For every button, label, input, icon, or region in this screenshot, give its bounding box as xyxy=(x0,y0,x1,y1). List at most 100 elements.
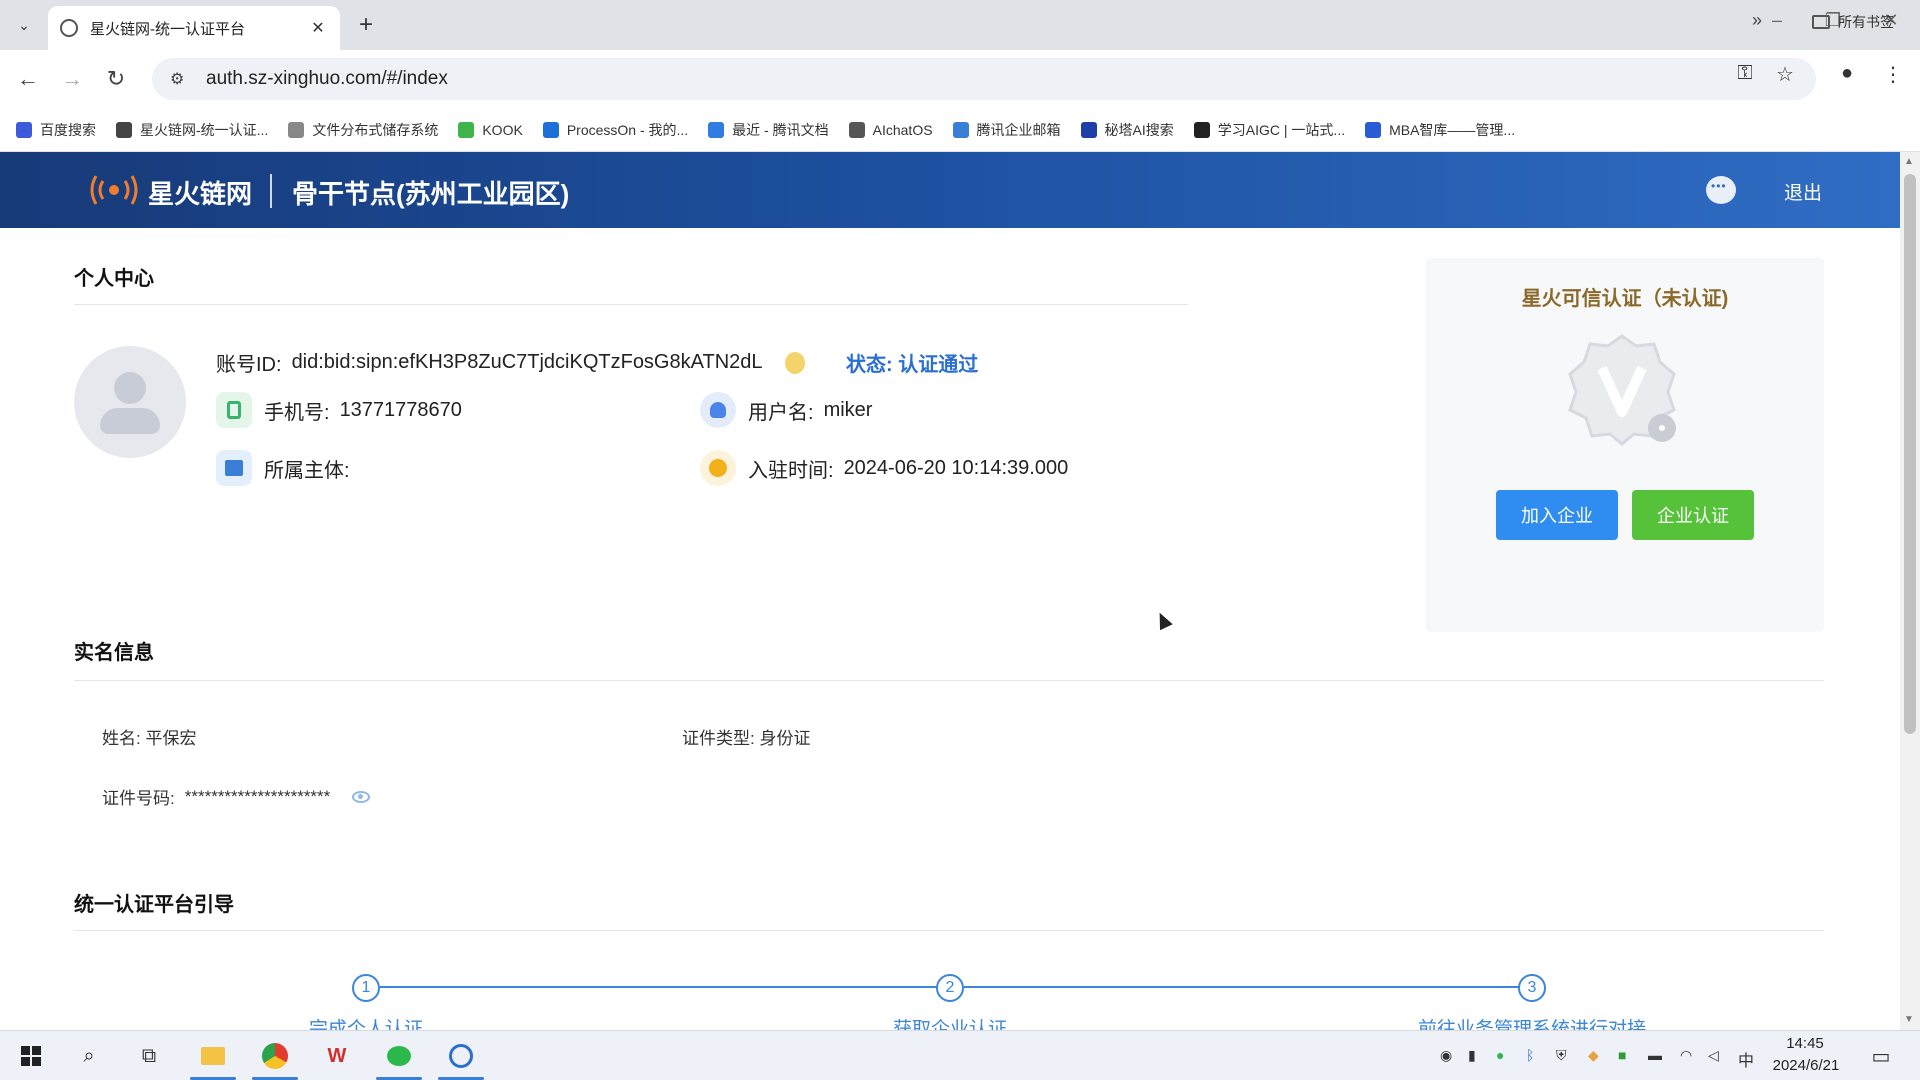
status-label: 状态: xyxy=(846,354,893,376)
bookmark-favicon-icon xyxy=(708,121,725,138)
reload-icon[interactable]: ↻ xyxy=(102,66,130,94)
url-input[interactable]: ⚙ auth.sz-xinghuo.com/#/index xyxy=(152,58,1816,100)
site-info-icon[interactable]: ⚙ xyxy=(170,69,192,89)
windows-taskbar: ⌕ ⧉ W ◉ ▮ ● ᛒ ⛨ ◆ ■ ▬ ◠ ◁ 中 14:45 2024/6… xyxy=(0,1030,1920,1080)
battery-icon[interactable]: ▬ xyxy=(1648,1047,1662,1063)
bookmark-label: 秘塔AI搜索 xyxy=(1104,121,1174,138)
node-name: 骨干节点(苏州工业园区) xyxy=(292,179,570,209)
browser-tab-active[interactable]: 星火链网-统一认证平台 ✕ xyxy=(48,6,340,50)
bookmark-item[interactable]: 秘塔AI搜索 xyxy=(1080,120,1174,140)
globe-icon xyxy=(60,19,78,37)
join-company-button[interactable]: 加入企业 xyxy=(1496,490,1618,540)
step-connector xyxy=(380,986,940,988)
bookmarks-overflow-icon[interactable]: » xyxy=(1752,10,1762,31)
step-2-circle: 2 xyxy=(936,974,964,1002)
all-bookmarks-button[interactable]: 所有书签 xyxy=(1812,12,1894,32)
bookmark-item[interactable]: MBA智库——管理... xyxy=(1365,120,1515,140)
tray-app-icon[interactable]: ◉ xyxy=(1440,1047,1452,1064)
page-scrollbar[interactable]: ▲ ▼ xyxy=(1900,152,1920,1030)
mouse-cursor-icon xyxy=(1153,609,1173,631)
app-header: 星火链网 骨干节点(苏州工业园区) 退出 xyxy=(0,152,1900,228)
bookmark-item[interactable]: 文件分布式储存系统 xyxy=(288,120,438,140)
nvidia-icon[interactable]: ■ xyxy=(1618,1047,1626,1063)
bookmark-label: 百度搜索 xyxy=(40,121,96,138)
task-view-icon[interactable]: ⧉ xyxy=(134,1041,164,1071)
bookmark-item[interactable]: 最近 - 腾讯文档 xyxy=(708,120,829,140)
bookmark-item[interactable]: 学习AIGC | 一站式... xyxy=(1193,120,1346,140)
bookmark-label: 最近 - 腾讯文档 xyxy=(732,121,829,138)
forward-icon[interactable]: → xyxy=(58,66,86,94)
bookmark-favicon-icon xyxy=(1365,121,1382,138)
logout-button[interactable]: 退出 xyxy=(1784,178,1822,205)
minimize-icon[interactable]: – xyxy=(1762,10,1792,31)
password-key-icon[interactable]: ⚿ xyxy=(1730,62,1760,85)
bookmark-favicon-icon xyxy=(458,121,475,138)
search-icon[interactable]: ⌕ xyxy=(74,1041,104,1071)
status-badge: 状态: 认证通过 xyxy=(846,348,978,377)
taskbar-time[interactable]: 14:45 xyxy=(1770,1035,1840,1052)
microphone-icon[interactable]: ▮ xyxy=(1468,1047,1476,1064)
bookmark-star-icon[interactable]: ☆ xyxy=(1770,62,1800,87)
bluetooth-icon[interactable]: ᛒ xyxy=(1526,1047,1534,1063)
volume-icon[interactable]: ◁ xyxy=(1708,1047,1719,1064)
card-title: 星火可信认证（未认证) xyxy=(1521,288,1729,310)
bookmark-favicon-icon xyxy=(1193,121,1210,138)
account-id-label: 账号ID: xyxy=(216,354,282,376)
new-tab-button[interactable]: + xyxy=(352,12,380,40)
notification-icon[interactable]: ▭ xyxy=(1866,1041,1896,1071)
chrome-icon[interactable] xyxy=(260,1041,290,1071)
building-icon xyxy=(216,450,252,486)
step-1-circle: 1 xyxy=(352,974,380,1002)
chat-bubble-icon[interactable] xyxy=(1706,176,1736,204)
back-icon[interactable]: ← xyxy=(14,66,42,94)
bookmark-item[interactable]: 百度搜索 xyxy=(16,120,96,140)
meeting-app-icon[interactable] xyxy=(446,1041,476,1071)
menu-kebab-icon[interactable]: ⋮ xyxy=(1878,62,1908,87)
divider xyxy=(74,680,1824,681)
bookmark-item[interactable]: 腾讯企业邮箱 xyxy=(952,120,1061,140)
tab-list-chevron-icon[interactable]: ⌄ xyxy=(10,12,38,38)
join-time-row: 入驻时间: 2024-06-20 10:14:39.000 xyxy=(700,450,1068,486)
phone-icon xyxy=(216,392,252,428)
bookmark-item[interactable]: AIchatOS xyxy=(848,121,933,138)
brand-logo-icon xyxy=(90,175,138,205)
folder-icon xyxy=(1812,15,1830,29)
lightbulb-icon xyxy=(784,351,805,374)
tray-wechat-icon[interactable]: ● xyxy=(1496,1047,1504,1063)
bookmark-item[interactable]: ProcessOn - 我的... xyxy=(542,120,689,140)
eye-icon[interactable] xyxy=(352,790,371,803)
company-cert-button[interactable]: 企业认证 xyxy=(1632,490,1754,540)
address-bar-row: ← → ↻ ⚙ auth.sz-xinghuo.com/#/index ⚿ ☆ … xyxy=(0,50,1920,108)
bookmark-label: 学习AIGC | 一站式... xyxy=(1217,121,1346,138)
tray-shield-icon[interactable]: ◆ xyxy=(1588,1047,1599,1064)
tab-close-icon[interactable]: ✕ xyxy=(308,18,328,38)
username-label: 用户名: xyxy=(748,401,814,424)
taskbar-date[interactable]: 2024/6/21 xyxy=(1766,1057,1846,1074)
bookmark-item[interactable]: KOOK xyxy=(458,121,523,138)
username-row: 用户名: miker xyxy=(700,392,872,428)
bookmark-label: KOOK xyxy=(482,121,523,138)
windows-start-icon[interactable] xyxy=(16,1041,46,1071)
profile-icon[interactable]: ● xyxy=(1832,62,1862,85)
bookmark-label: ProcessOn - 我的... xyxy=(566,121,689,138)
divider xyxy=(74,304,1188,305)
ime-indicator[interactable]: 中 xyxy=(1738,1047,1754,1071)
security-shield-icon[interactable]: ⛨ xyxy=(1556,1047,1567,1064)
id-number-value: ********************** xyxy=(184,786,331,806)
username-value: miker xyxy=(823,398,873,421)
scroll-down-icon[interactable]: ▼ xyxy=(1904,1014,1914,1025)
bookmark-label: 星火链网-统一认证... xyxy=(140,121,269,138)
wifi-icon[interactable]: ◠ xyxy=(1680,1047,1692,1064)
scrollbar-thumb[interactable] xyxy=(1904,174,1916,734)
file-explorer-icon[interactable] xyxy=(198,1041,228,1071)
bookmarks-bar: 百度搜索 星火链网-统一认证... 文件分布式储存系统 KOOK ProcessOn -… xyxy=(0,108,1920,152)
bookmark-favicon-icon xyxy=(848,121,865,138)
wechat-icon[interactable] xyxy=(384,1041,414,1071)
verified-badge-icon xyxy=(1568,334,1676,446)
brand-name: 星火链网 xyxy=(148,179,253,209)
scroll-up-icon[interactable]: ▲ xyxy=(1904,156,1914,167)
wps-icon[interactable]: W xyxy=(322,1041,352,1071)
phone-row: 手机号: 13771778670 xyxy=(216,392,462,428)
avatar xyxy=(74,346,186,458)
bookmark-item[interactable]: 星火链网-统一认证... xyxy=(116,120,268,140)
